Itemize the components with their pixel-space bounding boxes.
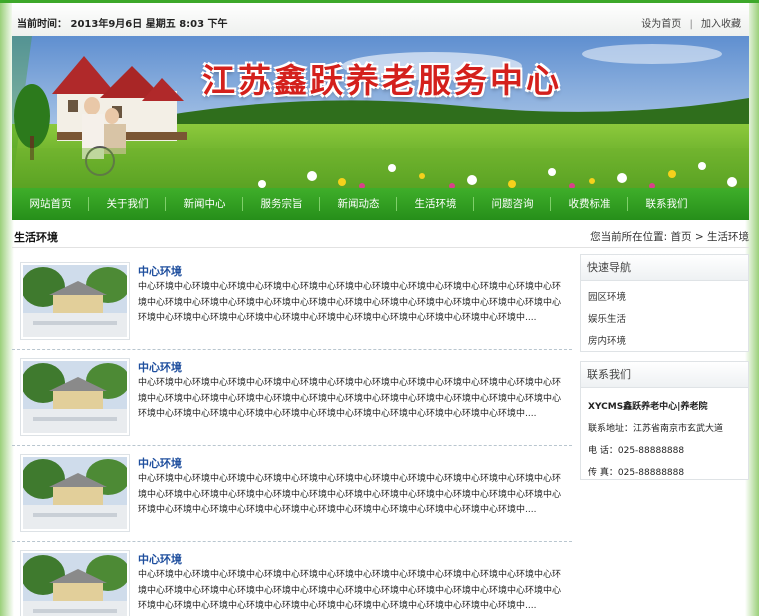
- article-title[interactable]: 中心环境: [138, 551, 182, 567]
- contact-phone: 电 话：025-88888888: [588, 446, 685, 456]
- banner-title: 江苏鑫跃养老服务中心: [202, 61, 562, 100]
- thumbnail-picture: [23, 265, 127, 337]
- article-summary: 中心环境中心环境中心环境中心环境中心环境中心环境中心环境中心环境中心环境中心环境…: [138, 378, 562, 420]
- main-nav: 网站首页 关于我们 新闻中心 服务宗旨 新闻动态 生活环境 问题咨询 收费标准 …: [12, 188, 749, 220]
- contact-box: 联系我们 XYCMS鑫跃养老中心|养老院 联系地址：江苏省南京市玄武大道 电 话…: [580, 361, 749, 480]
- article-list: 中心环境 中心环境中心环境中心环境中心环境中心环境中心环境中心环境中心环境中心环…: [12, 254, 572, 616]
- sidebar: 快速导航 园区环境 娱乐生活 房内环境 联系我们 XYCMS鑫跃养老中心|养老院…: [580, 254, 749, 480]
- banner: 江苏鑫跃养老服务中心: [12, 36, 749, 188]
- article-title[interactable]: 中心环境: [138, 263, 182, 279]
- set-home-link[interactable]: 设为首页: [641, 19, 681, 30]
- quick-nav-item-recreation[interactable]: 娱乐生活: [588, 309, 748, 331]
- time-label: 当前时间：: [17, 19, 67, 30]
- section-title: 生活环境: [14, 231, 58, 244]
- nav-item-news-center[interactable]: 新闻中心: [166, 188, 243, 220]
- thumbnail-image[interactable]: [20, 358, 130, 436]
- thumbnail-image[interactable]: [20, 550, 130, 616]
- nav-item-contact[interactable]: 联系我们: [628, 188, 705, 220]
- nav-item-service-purpose[interactable]: 服务宗旨: [243, 188, 320, 220]
- article-summary: 中心环境中心环境中心环境中心环境中心环境中心环境中心环境中心环境中心环境中心环境…: [138, 570, 562, 612]
- thumbnail-image[interactable]: [20, 454, 130, 532]
- list-item: 中心环境 中心环境中心环境中心环境中心环境中心环境中心环境中心环境中心环境中心环…: [12, 350, 572, 446]
- nav-item-news-updates[interactable]: 新闻动态: [320, 188, 397, 220]
- time-value: 2013年9月6日 星期五 8:03 下午: [70, 19, 228, 30]
- contact-address: 联系地址：江苏省南京市玄武大道: [588, 424, 724, 434]
- thumbnail-image[interactable]: [20, 262, 130, 340]
- section-header: 生活环境 您当前所在位置: 首页 > 生活环境: [12, 222, 749, 248]
- contact-title: 联系我们: [581, 362, 748, 388]
- top-links: 设为首页 | 加入收藏: [641, 15, 741, 30]
- breadcrumb-home[interactable]: 首页: [671, 231, 692, 243]
- list-item: 中心环境 中心环境中心环境中心环境中心环境中心环境中心环境中心环境中心环境中心环…: [12, 254, 572, 350]
- article-title[interactable]: 中心环境: [138, 359, 182, 375]
- breadcrumb: 您当前所在位置: 首页 > 生活环境: [590, 229, 749, 244]
- contact-info: XYCMS鑫跃养老中心|养老院 联系地址：江苏省南京市玄武大道 电 话：025-…: [581, 388, 748, 484]
- breadcrumb-prefix: 您当前所在位置:: [590, 231, 668, 243]
- bookmark-link[interactable]: 加入收藏: [701, 19, 741, 30]
- thumbnail-picture: [23, 361, 127, 433]
- breadcrumb-current[interactable]: 生活环境: [707, 231, 749, 243]
- nav-item-fees[interactable]: 收费标准: [551, 188, 628, 220]
- quick-nav-list: 园区环境 娱乐生活 房内环境: [581, 281, 748, 353]
- quick-nav-item-room[interactable]: 房内环境: [588, 331, 748, 353]
- quick-nav-title: 快速导航: [581, 255, 748, 281]
- thumbnail-picture: [23, 457, 127, 529]
- article-summary: 中心环境中心环境中心环境中心环境中心环境中心环境中心环境中心环境中心环境中心环境…: [138, 282, 562, 324]
- article-title[interactable]: 中心环境: [138, 455, 182, 471]
- current-time: 当前时间： 2013年9月6日 星期五 8:03 下午: [17, 15, 228, 30]
- top-bar: 当前时间： 2013年9月6日 星期五 8:03 下午 设为首页 | 加入收藏: [12, 3, 749, 36]
- nav-item-living-environment[interactable]: 生活环境: [397, 188, 474, 220]
- list-item: 中心环境 中心环境中心环境中心环境中心环境中心环境中心环境中心环境中心环境中心环…: [12, 542, 572, 616]
- link-separator: |: [689, 19, 693, 30]
- article-summary: 中心环境中心环境中心环境中心环境中心环境中心环境中心环境中心环境中心环境中心环境…: [138, 474, 562, 516]
- contact-fax: 传 真：025-88888888: [588, 468, 685, 478]
- nav-item-consultation[interactable]: 问题咨询: [474, 188, 551, 220]
- contact-name: XYCMS鑫跃养老中心|养老院: [588, 402, 708, 412]
- quick-nav-item-park[interactable]: 园区环境: [588, 287, 748, 309]
- nav-item-home[interactable]: 网站首页: [12, 188, 89, 220]
- list-item: 中心环境 中心环境中心环境中心环境中心环境中心环境中心环境中心环境中心环境中心环…: [12, 446, 572, 542]
- nav-item-about[interactable]: 关于我们: [89, 188, 166, 220]
- breadcrumb-arrow: >: [694, 231, 704, 243]
- thumbnail-picture: [23, 553, 127, 616]
- quick-nav-box: 快速导航 园区环境 娱乐生活 房内环境: [580, 254, 749, 352]
